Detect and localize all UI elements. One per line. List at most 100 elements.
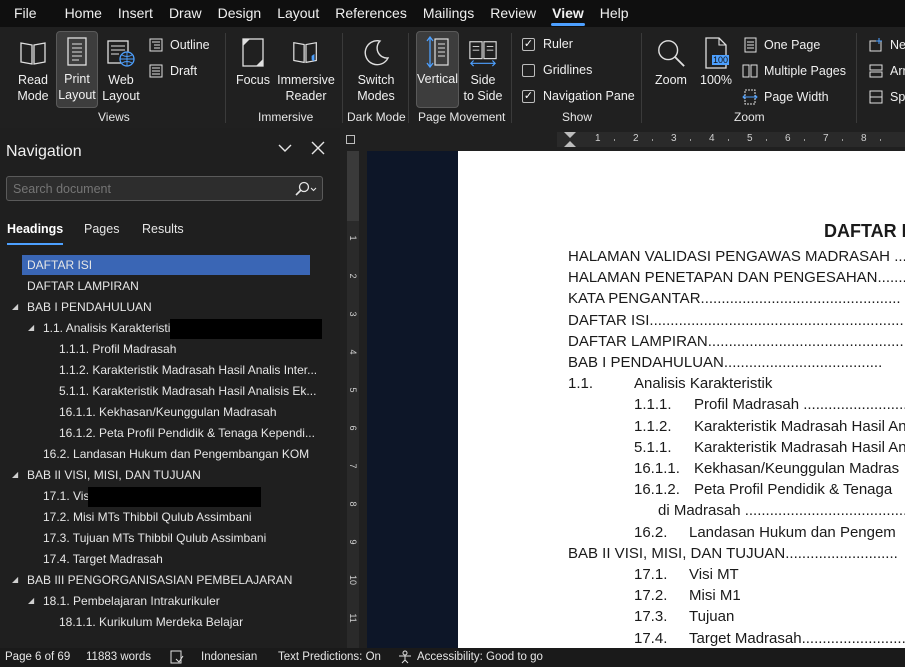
heading-item[interactable]: 1.1.2. Karakteristik Madrasah Hasil Anal… bbox=[0, 360, 330, 380]
multiple-pages-button[interactable]: Multiple Pages bbox=[742, 63, 846, 79]
heading-item[interactable]: DAFTAR ISI bbox=[22, 255, 310, 275]
heading-item[interactable]: 17.4. Target Madrasah bbox=[0, 549, 330, 569]
collapse-triangle-icon[interactable]: ◢ bbox=[12, 297, 22, 317]
toc-entry[interactable]: DAFTAR ISI..............................… bbox=[568, 310, 905, 331]
collapse-triangle-icon[interactable]: ◢ bbox=[12, 465, 22, 485]
one-page-button[interactable]: One Page bbox=[742, 37, 820, 53]
tab-headings[interactable]: Headings bbox=[7, 222, 64, 245]
horizontal-ruler[interactable]: 1 2 3 4 5 6 7 8 bbox=[557, 132, 905, 147]
web-layout-button[interactable]: Web Layout bbox=[100, 33, 142, 104]
collapse-triangle-icon[interactable]: ◢ bbox=[28, 318, 38, 338]
toc-entry[interactable]: Karakteristik Madrasah Hasil An bbox=[694, 416, 905, 437]
gridlines-checkbox[interactable]: Gridlines bbox=[522, 63, 592, 77]
heading-item[interactable]: ◢ BAB II VISI, MISI, DAN TUJUAN bbox=[0, 465, 330, 485]
tab-results[interactable]: Results bbox=[142, 222, 184, 236]
collapse-triangle-icon[interactable]: ◢ bbox=[12, 570, 22, 590]
toc-entry[interactable]: di Madrasah ............................… bbox=[658, 500, 905, 521]
new-window-button[interactable]: Ne bbox=[868, 37, 905, 53]
text-predictions[interactable]: Text Predictions: On bbox=[278, 651, 381, 663]
read-mode-button[interactable]: Read Mode bbox=[12, 33, 54, 104]
heading-item[interactable]: 17.3. Tujuan MTs Thibbil Qulub Assimbani bbox=[0, 528, 330, 548]
page-count[interactable]: Page 6 of 69 bbox=[5, 651, 70, 663]
zoom-button[interactable]: Zoom bbox=[650, 33, 692, 88]
toc-entry-text: DAFTAR LAMPIRAN bbox=[568, 332, 708, 350]
arrange-all-button[interactable]: Arr bbox=[868, 63, 905, 79]
heading-item[interactable]: 17.2. Misi MTs Thibbil Qulub Assimbani bbox=[0, 507, 330, 527]
toc-entry[interactable]: KATA PENGANTAR..........................… bbox=[568, 288, 901, 309]
draft-button[interactable]: Draft bbox=[148, 63, 197, 79]
menu-layout[interactable]: Layout bbox=[269, 0, 327, 27]
toc-entry[interactable]: Karakteristik Madrasah Hasil An bbox=[694, 437, 905, 458]
heading-item[interactable]: ◢ 18.1. Pembelajaran Intrakurikuler bbox=[0, 591, 330, 611]
heading-item[interactable]: 16.1.1. Kekhasan/Keunggulan Madrasah bbox=[0, 402, 330, 422]
document-page[interactable]: DAFTAR I HALAMAN VALIDASI PENGAWAS MADRA… bbox=[458, 151, 905, 648]
chevron-down-icon[interactable] bbox=[277, 140, 293, 161]
word-count[interactable]: 11883 words bbox=[86, 651, 151, 663]
search-input[interactable] bbox=[7, 177, 287, 200]
outline-button[interactable]: Outline bbox=[148, 37, 210, 53]
heading-item[interactable]: ◢ BAB I PENDAHULUAN bbox=[0, 297, 330, 317]
close-icon[interactable] bbox=[311, 140, 325, 161]
collapse-triangle-icon[interactable]: ◢ bbox=[28, 591, 38, 611]
vertical-scroll-icon bbox=[423, 36, 453, 68]
menu-view[interactable]: View bbox=[544, 0, 592, 27]
toc-entry[interactable]: Visi MT bbox=[689, 564, 739, 585]
menu-design[interactable]: Design bbox=[210, 0, 270, 27]
indent-marker-icon[interactable] bbox=[563, 132, 577, 147]
heading-item[interactable]: 16.1.2. Peta Profil Pendidik & Tenaga Ke… bbox=[0, 423, 330, 443]
toc-entry-text: DAFTAR ISI bbox=[568, 311, 650, 329]
page-width-button[interactable]: Page Width bbox=[742, 89, 829, 105]
toc-entry[interactable]: Target Madrasah.........................… bbox=[689, 628, 905, 648]
menu-references[interactable]: References bbox=[327, 0, 415, 27]
menu-mailings[interactable]: Mailings bbox=[415, 0, 482, 27]
proofing-icon[interactable] bbox=[170, 650, 184, 667]
tab-pages[interactable]: Pages bbox=[84, 222, 119, 236]
accessibility-icon[interactable] bbox=[398, 650, 412, 667]
menu-insert[interactable]: Insert bbox=[110, 0, 161, 27]
ribbon-separator bbox=[225, 33, 226, 123]
heading-item[interactable]: 5.1.1. Karakteristik Madrasah Hasil Anal… bbox=[0, 381, 330, 401]
toc-entry[interactable]: Peta Profil Pendidik & Tenaga bbox=[694, 479, 892, 500]
immersive-reader-button[interactable]: Immersive Reader bbox=[276, 33, 336, 104]
ruler-tick bbox=[804, 139, 805, 141]
ruler-checkbox[interactable]: ✓ Ruler bbox=[522, 37, 573, 51]
toc-entry[interactable]: Tujuan bbox=[689, 606, 734, 627]
language-indicator[interactable]: Indonesian bbox=[201, 651, 257, 663]
side-to-side-button[interactable]: Side to Side bbox=[462, 33, 504, 104]
toc-entry[interactable]: Kekhasan/Keunggulan Madras bbox=[694, 458, 899, 479]
heading-item[interactable]: 18.1.1. Kurikulum Merdeka Belajar bbox=[0, 612, 330, 632]
search-options-button[interactable] bbox=[294, 180, 318, 197]
toc-entry[interactable]: HALAMAN VALIDASI PENGAWAS MADRASAH .... bbox=[568, 246, 905, 267]
toc-entry[interactable]: Misi M1 bbox=[689, 585, 741, 606]
split-label: Spl bbox=[890, 90, 905, 104]
menu-file[interactable]: File bbox=[6, 0, 45, 27]
menu-draw[interactable]: Draw bbox=[161, 0, 210, 27]
accessibility-status[interactable]: Accessibility: Good to go bbox=[417, 651, 543, 663]
toc-entry[interactable]: BAB II VISI, MISI, DAN TUJUAN...........… bbox=[568, 543, 898, 564]
menu-review[interactable]: Review bbox=[482, 0, 544, 27]
toc-entry[interactable]: Landasan Hukum dan Pengem bbox=[689, 522, 896, 543]
redacted-block bbox=[170, 319, 322, 339]
navigation-pane-checkbox[interactable]: ✓ Navigation Pane bbox=[522, 89, 635, 103]
toc-entry[interactable]: HALAMAN PENETAPAN DAN PENGESAHAN........… bbox=[568, 267, 905, 288]
heading-item[interactable]: DAFTAR LAMPIRAN bbox=[0, 276, 330, 296]
focus-button[interactable]: Focus bbox=[232, 33, 274, 88]
vertical-button[interactable]: Vertical bbox=[416, 31, 459, 108]
vertical-ruler[interactable]: 1 2 3 4 5 6 7 8 9 10 11 bbox=[347, 151, 359, 648]
navigation-pane: Navigation Headings Pages Results DAFTAR… bbox=[0, 128, 340, 648]
toc-entry[interactable]: Profil Madrasah ........................… bbox=[694, 394, 905, 415]
menu-help[interactable]: Help bbox=[592, 0, 637, 27]
heading-item[interactable]: 1.1.1. Profil Madrasah bbox=[0, 339, 330, 359]
heading-item[interactable]: 16.2. Landasan Hukum dan Pengembangan KO… bbox=[0, 444, 330, 464]
toc-entry[interactable]: Analisis Karakteristik bbox=[634, 373, 772, 394]
switch-modes-button[interactable]: Switch Modes bbox=[352, 33, 400, 104]
toc-leader-dots: ............................... bbox=[801, 629, 905, 647]
split-button[interactable]: Spl bbox=[868, 89, 905, 105]
tab-selector-icon[interactable] bbox=[346, 135, 355, 144]
toc-entry[interactable]: BAB I PENDAHULUAN.......................… bbox=[568, 352, 882, 373]
menu-home[interactable]: Home bbox=[57, 0, 110, 27]
print-layout-button[interactable]: Print Layout bbox=[56, 31, 98, 108]
toc-entry[interactable]: DAFTAR LAMPIRAN.........................… bbox=[568, 331, 905, 352]
zoom-100-button[interactable]: 100 100% bbox=[696, 33, 736, 88]
heading-item[interactable]: ◢ BAB III PENGORGANISASIAN PEMBELAJARAN bbox=[0, 570, 330, 590]
